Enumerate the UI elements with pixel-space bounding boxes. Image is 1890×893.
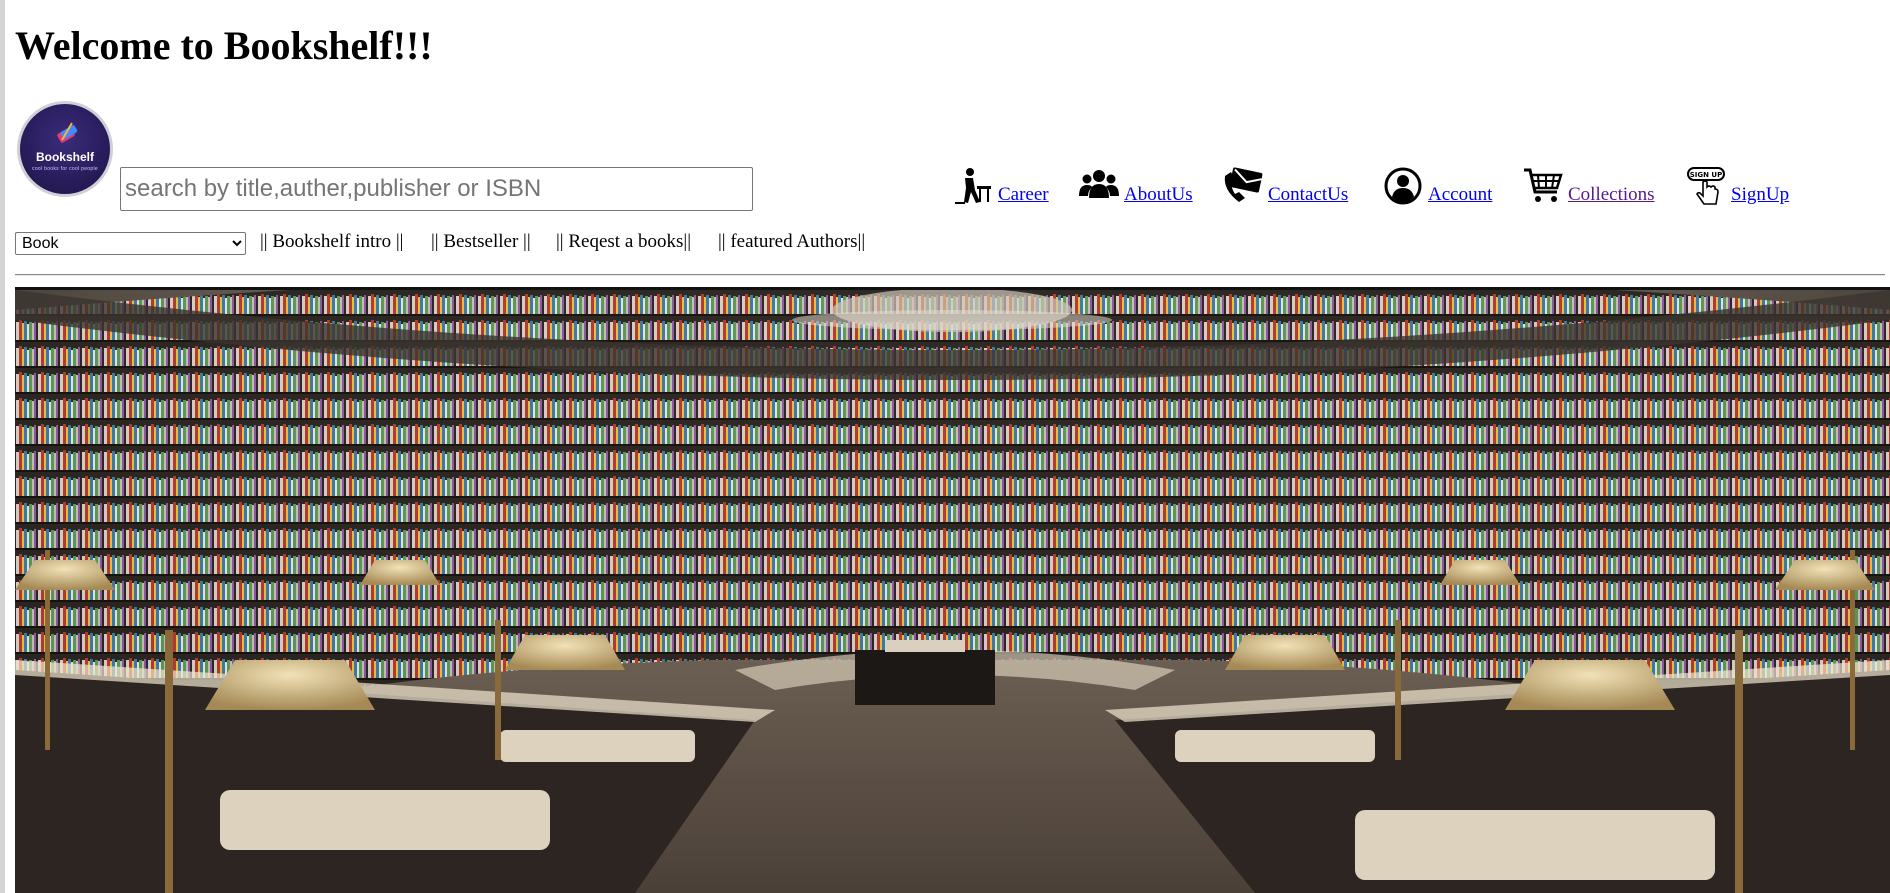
nav-collections-link[interactable]: Collections (1568, 185, 1655, 204)
page-title: Welcome to Bookshelf!!! (15, 23, 433, 68)
logo-name: Bookshelf (35, 150, 94, 164)
career-icon (955, 168, 991, 204)
page-left-edge (0, 0, 5, 893)
nav-account-link[interactable]: Account (1428, 185, 1492, 204)
user-circle-icon (1384, 167, 1422, 205)
people-icon (1079, 170, 1119, 198)
nav-career-link[interactable]: Career (998, 185, 1049, 204)
cart-icon (1524, 168, 1563, 202)
nav-signup-link[interactable]: SignUp (1731, 185, 1789, 204)
menu-bestseller[interactable]: || Bestseller || (431, 230, 531, 254)
menu-featured-authors[interactable]: || featured Authors|| (718, 230, 865, 254)
signup-hand-icon: SIGN UP (1687, 167, 1725, 205)
search-input[interactable] (120, 167, 753, 211)
nav-account[interactable]: Account (1383, 160, 1492, 206)
bookstore-interior-photo (15, 290, 1890, 893)
nav-contactus-link[interactable]: ContactUs (1268, 185, 1348, 204)
nav-contactus[interactable]: ContactUs (1223, 160, 1348, 206)
menu-bookshelf-intro[interactable]: || Bookshelf intro || (260, 230, 403, 254)
category-select[interactable]: Book (15, 232, 246, 255)
menu-request-books[interactable]: || Reqest a books|| (556, 230, 691, 254)
nav-career[interactable]: Career (953, 160, 1049, 206)
nav-aboutus-link[interactable]: AboutUs (1124, 185, 1193, 204)
phone-mail-icon (1224, 167, 1263, 202)
header-divider (15, 274, 1885, 276)
hero-image (15, 287, 1890, 893)
bookshelf-logo[interactable]: Bookshelf cool books for cool people (17, 101, 113, 197)
book-pen-icon (57, 122, 78, 143)
svg-text:SIGN UP: SIGN UP (1690, 171, 1723, 179)
nav-signup[interactable]: SIGN UP SignUp (1686, 160, 1789, 206)
logo-tagline: cool books for cool people (32, 166, 98, 172)
nav-collections[interactable]: Collections (1523, 160, 1655, 206)
nav-aboutus[interactable]: AboutUs (1079, 160, 1193, 206)
